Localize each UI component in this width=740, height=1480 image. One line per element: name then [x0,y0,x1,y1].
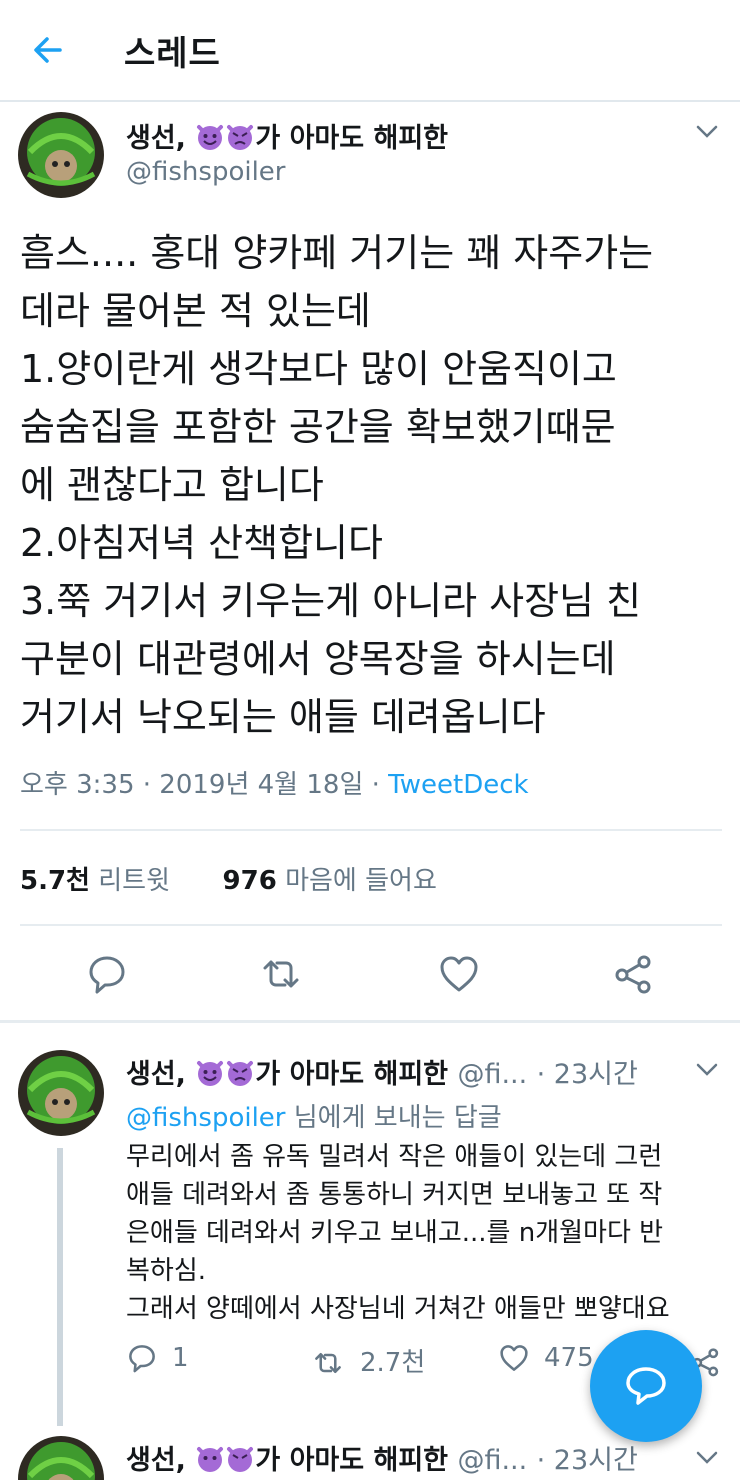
compose-reply-button[interactable] [590,1330,702,1442]
reply-like-button[interactable]: 475 [498,1342,594,1382]
back-arrow-icon[interactable] [28,30,68,70]
reply-reply-count: 1 [172,1343,189,1373]
reply2-timestamp: · 23시간 [536,1445,638,1476]
divider [20,829,722,831]
replying-to: @fishspoiler 님에게 보내는 답글 [126,1097,502,1134]
reply-author-name-suffix: 가 아마도 해피한 [255,1059,449,1090]
replying-to-mention[interactable]: @fishspoiler [126,1103,286,1133]
reply2-author-name-text: 생선, [126,1445,186,1476]
reply2-author-name[interactable]: 생선, 가 아마도 해피한 @fi... · 23시간 [126,1438,638,1477]
smiling-devil-icon [197,1061,224,1086]
reply-timestamp: · 23시간 [536,1059,638,1090]
section-divider [0,1020,740,1023]
reply-avatar[interactable] [18,1050,104,1136]
smiling-devil-icon [197,125,224,150]
replying-to-suffix: 님에게 보내는 답글 [285,1103,502,1133]
like-label[interactable]: 마음에 들어요 [285,866,437,896]
reply2-handle[interactable]: @fi... [457,1445,527,1476]
speech-bubble-icon [626,1367,666,1405]
chevron-down-icon[interactable] [694,1056,720,1082]
angry-devil-icon [227,1447,254,1472]
author-name-text: 생선, [126,123,186,154]
retweet-icon [315,1353,341,1373]
chevron-down-icon[interactable] [694,118,720,144]
reply-author-name-text: 생선, [126,1059,186,1090]
author-name-suffix: 가 아마도 해피한 [255,123,449,154]
avatar[interactable] [18,112,104,198]
reply-like-count: 475 [544,1343,594,1373]
author-name[interactable]: 생선, 가 아마도 해피한 [126,116,448,155]
retweet-icon[interactable] [259,952,303,996]
angry-devil-icon [227,125,254,150]
reply-text: 무리에서 좀 유독 밀려서 작은 애들이 있는데 그런 애들 데려와서 좀 통통… [126,1142,670,1324]
author-handle[interactable]: @fishspoiler [126,157,286,187]
heart-icon[interactable] [437,952,481,996]
reply-icon [129,1345,155,1373]
tweet-meta: 오후 3:35 · 2019년 4월 18일 · TweetDeck [20,764,529,801]
tweet-stats: 5.7천 리트윗 976 마음에 들어요 [20,860,437,897]
heart-icon [500,1345,528,1371]
divider [20,924,722,926]
tweet-timestamp: 오후 3:35 · 2019년 4월 18일 · [20,770,389,800]
angry-devil-icon [227,1061,254,1086]
reply2-avatar[interactable] [18,1436,104,1480]
page-title: 스레드 [124,34,221,74]
retweet-count[interactable]: 5.7천 [20,866,90,896]
reply-reply-button[interactable]: 1 [126,1342,189,1382]
chevron-down-icon[interactable] [694,1444,720,1470]
like-count[interactable]: 976 [223,866,277,896]
reply2-author-name-suffix: 가 아마도 해피한 [255,1445,449,1476]
retweet-label[interactable]: 리트윗 [98,866,170,896]
share-icon[interactable] [612,952,656,996]
top-bar: 스레드 [0,0,740,102]
smiling-devil-icon [197,1447,224,1472]
tweet-text: 흠스.... 홍대 양카페 거기는 꽤 자주가는 데라 물어본 적 있는데 1.… [20,231,654,739]
reply-retweet-count: 2.7천 [360,1348,426,1378]
reply-icon[interactable] [85,952,129,996]
thread-line [57,1148,63,1426]
tweet-source-link[interactable]: TweetDeck [388,770,528,800]
reply-retweet-button[interactable]: 2.7천 [310,1342,425,1382]
reply-handle[interactable]: @fi... [457,1059,527,1090]
reply-author-name[interactable]: 생선, 가 아마도 해피한 @fi... · 23시간 [126,1052,638,1091]
